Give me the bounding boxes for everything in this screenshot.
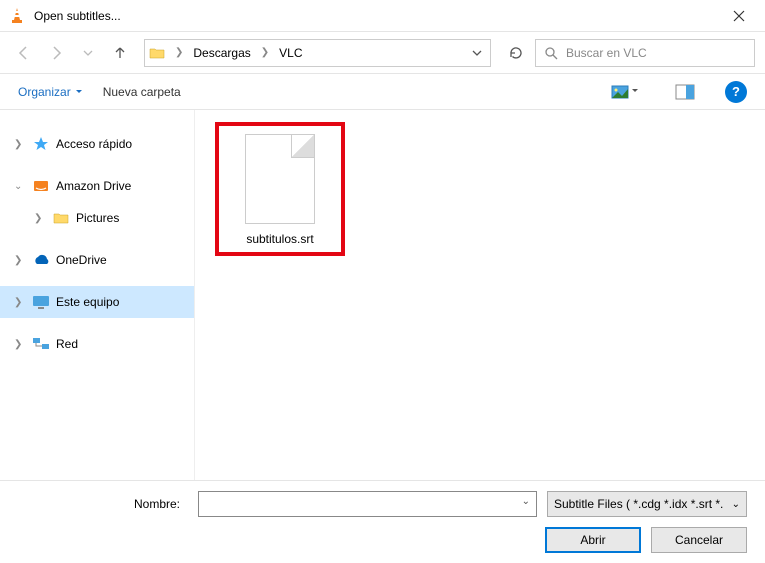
- new-folder-button[interactable]: Nueva carpeta: [103, 85, 181, 99]
- cloud-icon: [32, 253, 50, 267]
- cancel-button[interactable]: Cancelar: [651, 527, 747, 553]
- help-button[interactable]: ?: [725, 81, 747, 103]
- tree-label: Este equipo: [56, 295, 119, 309]
- tree-label: Acceso rápido: [56, 137, 132, 151]
- chevron-right-icon: ❯: [14, 297, 26, 308]
- view-mode-button[interactable]: [605, 80, 645, 104]
- chevron-down-icon: ⌄: [14, 181, 26, 192]
- tree-item-onedrive[interactable]: ❯ OneDrive: [0, 244, 194, 276]
- titlebar: Open subtitles...: [0, 0, 765, 32]
- up-button[interactable]: [106, 39, 134, 67]
- dialog-body: ❯ Acceso rápido ⌄ Amazon Drive ❯ Picture…: [0, 110, 765, 480]
- close-button[interactable]: [717, 1, 761, 31]
- tree-label: Amazon Drive: [56, 179, 131, 193]
- tree-item-amazon-drive[interactable]: ⌄ Amazon Drive: [0, 170, 194, 202]
- folder-icon: [52, 211, 70, 225]
- forward-button[interactable]: [42, 39, 70, 67]
- nav-row: ❯ Descargas ❯ VLC: [0, 32, 765, 74]
- footer: Nombre: ⌄ Subtitle Files ( *.cdg *.idx *…: [0, 480, 765, 563]
- file-name: subtitulos.srt: [246, 232, 313, 246]
- back-button[interactable]: [10, 39, 38, 67]
- chevron-down-icon: [75, 88, 83, 96]
- filetype-filter[interactable]: Subtitle Files ( *.cdg *.idx *.srt *. ⌄: [547, 491, 747, 517]
- organize-menu[interactable]: Organizar: [18, 85, 83, 99]
- chevron-right-icon: ❯: [14, 255, 26, 266]
- network-icon: [32, 337, 50, 351]
- pc-icon: [32, 295, 50, 309]
- refresh-button[interactable]: [501, 39, 531, 67]
- file-list-pane[interactable]: subtitulos.srt: [195, 110, 765, 480]
- tree-item-pictures[interactable]: ❯ Pictures: [0, 202, 194, 234]
- tree-label: OneDrive: [56, 253, 107, 267]
- vlc-icon: [8, 7, 26, 25]
- breadcrumb-dropdown-icon[interactable]: [464, 48, 490, 58]
- search-input[interactable]: [566, 46, 746, 60]
- chevron-right-icon: ❯: [34, 213, 46, 224]
- window-title: Open subtitles...: [34, 9, 717, 23]
- file-item[interactable]: subtitulos.srt: [215, 122, 345, 256]
- chevron-right-icon: ❯: [169, 47, 189, 58]
- breadcrumb-segment[interactable]: VLC: [275, 46, 306, 60]
- document-icon: [245, 134, 315, 224]
- open-button[interactable]: Abrir: [545, 527, 641, 553]
- tree-item-quick-access[interactable]: ❯ Acceso rápido: [0, 128, 194, 160]
- tree-label: Red: [56, 337, 78, 351]
- tree-item-network[interactable]: ❯ Red: [0, 328, 194, 360]
- organize-label: Organizar: [18, 85, 71, 99]
- amazon-icon: [32, 178, 50, 194]
- chevron-right-icon: ❯: [14, 139, 26, 150]
- breadcrumb-segment[interactable]: Descargas: [189, 46, 254, 60]
- toolbar: Organizar Nueva carpeta ?: [0, 74, 765, 110]
- filename-input[interactable]: ⌄: [198, 491, 537, 517]
- tree-item-this-pc[interactable]: ❯ Este equipo: [0, 286, 194, 318]
- filter-label: Subtitle Files ( *.cdg *.idx *.srt *.: [554, 497, 723, 511]
- tree-label: Pictures: [76, 211, 119, 225]
- chevron-down-icon[interactable]: ⌄: [522, 496, 530, 507]
- recent-dropdown-icon[interactable]: [74, 39, 102, 67]
- chevron-down-icon: ⌄: [732, 499, 740, 510]
- search-box[interactable]: [535, 39, 755, 67]
- chevron-right-icon: ❯: [14, 339, 26, 350]
- search-icon: [544, 46, 558, 60]
- filename-label: Nombre:: [18, 497, 188, 511]
- star-icon: [32, 136, 50, 152]
- folder-icon: [145, 46, 169, 60]
- preview-pane-button[interactable]: [665, 80, 705, 104]
- chevron-right-icon: ❯: [255, 47, 275, 58]
- tree-pane: ❯ Acceso rápido ⌄ Amazon Drive ❯ Picture…: [0, 110, 195, 480]
- breadcrumb[interactable]: ❯ Descargas ❯ VLC: [144, 39, 491, 67]
